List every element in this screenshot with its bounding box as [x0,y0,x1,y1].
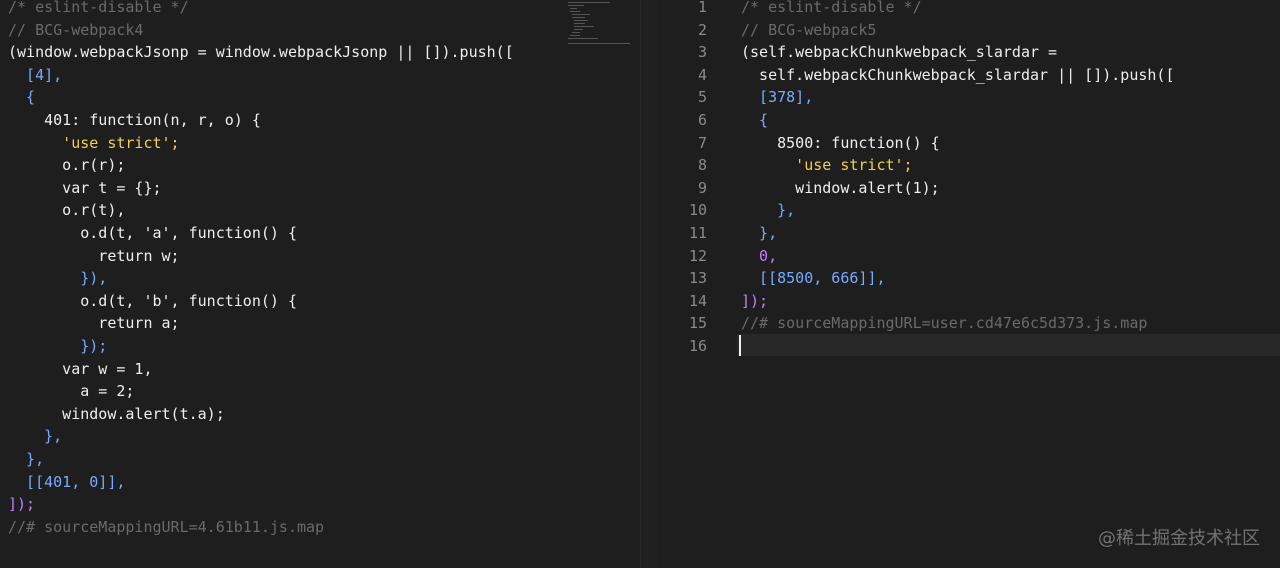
code-text: // BCG-webpack5 [741,20,877,39]
code-text: 401: function(n, r, o) { [8,111,261,129]
code-line[interactable]: // BCG-webpack4 [0,19,640,42]
code-line[interactable]: }), [0,267,640,290]
code-line[interactable]: return a; [0,312,640,335]
code-text: [4], [8,65,63,84]
code-line[interactable]: //# sourceMappingURL=4.61b11.js.map [0,516,640,539]
code-line[interactable]: 15 //# sourceMappingURL=user.cd47e6c5d373… [657,312,1280,335]
code-line[interactable]: 13 [[8500, 666]], [657,267,1280,290]
code-text: [[8500, 666]], [741,269,886,288]
code-line[interactable]: [4], [0,64,640,87]
right-editor-pane[interactable]: 1 /* eslint-disable */ 2 // BCG-webpack5 3… [657,0,1280,568]
code-text: { [8,88,36,107]
line-number: 12 [688,246,707,265]
code-line[interactable]: 10 }, [657,199,1280,222]
line-number: 7 [697,133,707,152]
line-number: 1 [697,0,707,16]
code-text: 0, [741,246,778,265]
code-text: }, [741,224,778,242]
line-number: 3 [697,43,707,62]
code-text: }); [8,337,108,355]
code-line[interactable]: [[401, 0]], [0,471,640,494]
line-number: 5 [697,88,707,107]
code-text: [378], [741,88,814,107]
code-line[interactable]: }, [0,425,640,448]
code-text: var t = {}; [8,178,162,197]
line-number: 14 [688,291,707,310]
code-text: }, [741,201,796,220]
code-text: /* eslint-disable */ [741,0,922,16]
line-number: 4 [697,65,707,84]
left-editor-pane[interactable]: /* eslint-disable */ // BCG-webpack4 (wi… [0,0,640,568]
line-number: 16 [688,337,707,355]
code-line[interactable]: 3 (self.webpackChunkwebpack_slardar = [657,41,1280,64]
code-text: window.alert(t.a); [8,404,225,423]
code-text: a = 2; [8,382,135,401]
code-line[interactable]: 8 'use strict'; [657,154,1280,177]
code-line[interactable]: 11 }, [657,222,1280,245]
code-text: var w = 1, [8,359,153,378]
code-line[interactable]: }, [0,448,640,471]
code-line[interactable]: o.r(r); [0,154,640,177]
code-line[interactable]: }); [0,335,640,358]
code-text: //# sourceMappingURL=4.61b11.js.map [8,517,325,536]
code-line[interactable]: window.alert(t.a); [0,403,640,426]
code-line[interactable]: 4 self.webpackChunkwebpack_slardar || []… [657,64,1280,87]
code-text: (self.webpackChunkwebpack_slardar = [741,43,1058,62]
code-text: /* eslint-disable */ [8,0,189,16]
code-line[interactable]: 401: function(n, r, o) { [0,109,640,132]
code-text: [[401, 0]], [8,472,126,491]
code-line[interactable]: 7 8500: function() { [657,132,1280,155]
code-text: 'use strict'; [8,133,180,152]
code-line[interactable]: 12 0, [657,245,1280,268]
code-line[interactable]: ]); [0,493,640,516]
code-text: { [741,111,769,129]
code-text: }, [8,427,63,446]
watermark: @稀土掘金技术社区 [1098,528,1260,549]
code-text: }, [8,450,45,468]
code-text: o.r(r); [8,156,126,175]
code-line[interactable]: o.d(t, 'a', function() { [0,222,640,245]
code-line[interactable]: var t = {}; [0,177,640,200]
line-number: 13 [688,269,707,288]
code-line[interactable]: 9 window.alert(1); [657,177,1280,200]
code-line[interactable]: 1 /* eslint-disable */ [657,0,1280,19]
code-line[interactable]: o.r(t), [0,199,640,222]
code-line[interactable]: a = 2; [0,380,640,403]
code-text: 'use strict'; [741,156,913,175]
code-text: ]); [8,495,36,514]
code-text: // BCG-webpack4 [8,20,144,39]
code-text: o.d(t, 'b', function() { [8,291,297,310]
pane-divider[interactable] [640,0,657,568]
code-line[interactable]: /* eslint-disable */ [0,0,640,19]
code-text: //# sourceMappingURL=user.cd47e6c5d373.j… [741,314,1148,333]
code-text: return a; [8,314,180,333]
line-number: 15 [688,314,707,333]
code-line[interactable]: var w = 1, [0,358,640,381]
code-line[interactable]: 2 // BCG-webpack5 [657,19,1280,42]
line-number: 8 [697,156,707,175]
line-number: 6 [697,111,707,129]
line-number: 2 [697,20,707,39]
code-line[interactable]: 14]); [657,290,1280,313]
code-line[interactable]: { [0,86,640,109]
code-text: window.alert(1); [741,178,940,197]
code-text: return w; [8,246,180,265]
code-line[interactable]: 'use strict'; [0,132,640,155]
code-line[interactable]: (window.webpackJsonp = window.webpackJso… [0,41,640,64]
code-text: (window.webpackJsonp = window.webpackJso… [8,43,514,62]
code-text: self.webpackChunkwebpack_slardar || []).… [741,65,1175,84]
line-number: 9 [697,178,707,197]
code-line[interactable]: 16 [657,335,1280,358]
line-number: 11 [688,224,707,242]
code-line[interactable]: 6 { [657,109,1280,132]
code-line[interactable]: return w; [0,245,640,268]
code-line[interactable]: o.d(t, 'b', function() { [0,290,640,313]
code-text: 8500: function() { [741,133,940,152]
code-line[interactable]: 5 [378], [657,86,1280,109]
code-text: ]); [741,291,769,310]
code-text: }), [8,269,108,288]
code-text: o.r(t), [8,201,126,220]
line-number: 10 [688,201,707,220]
code-text: o.d(t, 'a', function() { [8,224,297,242]
